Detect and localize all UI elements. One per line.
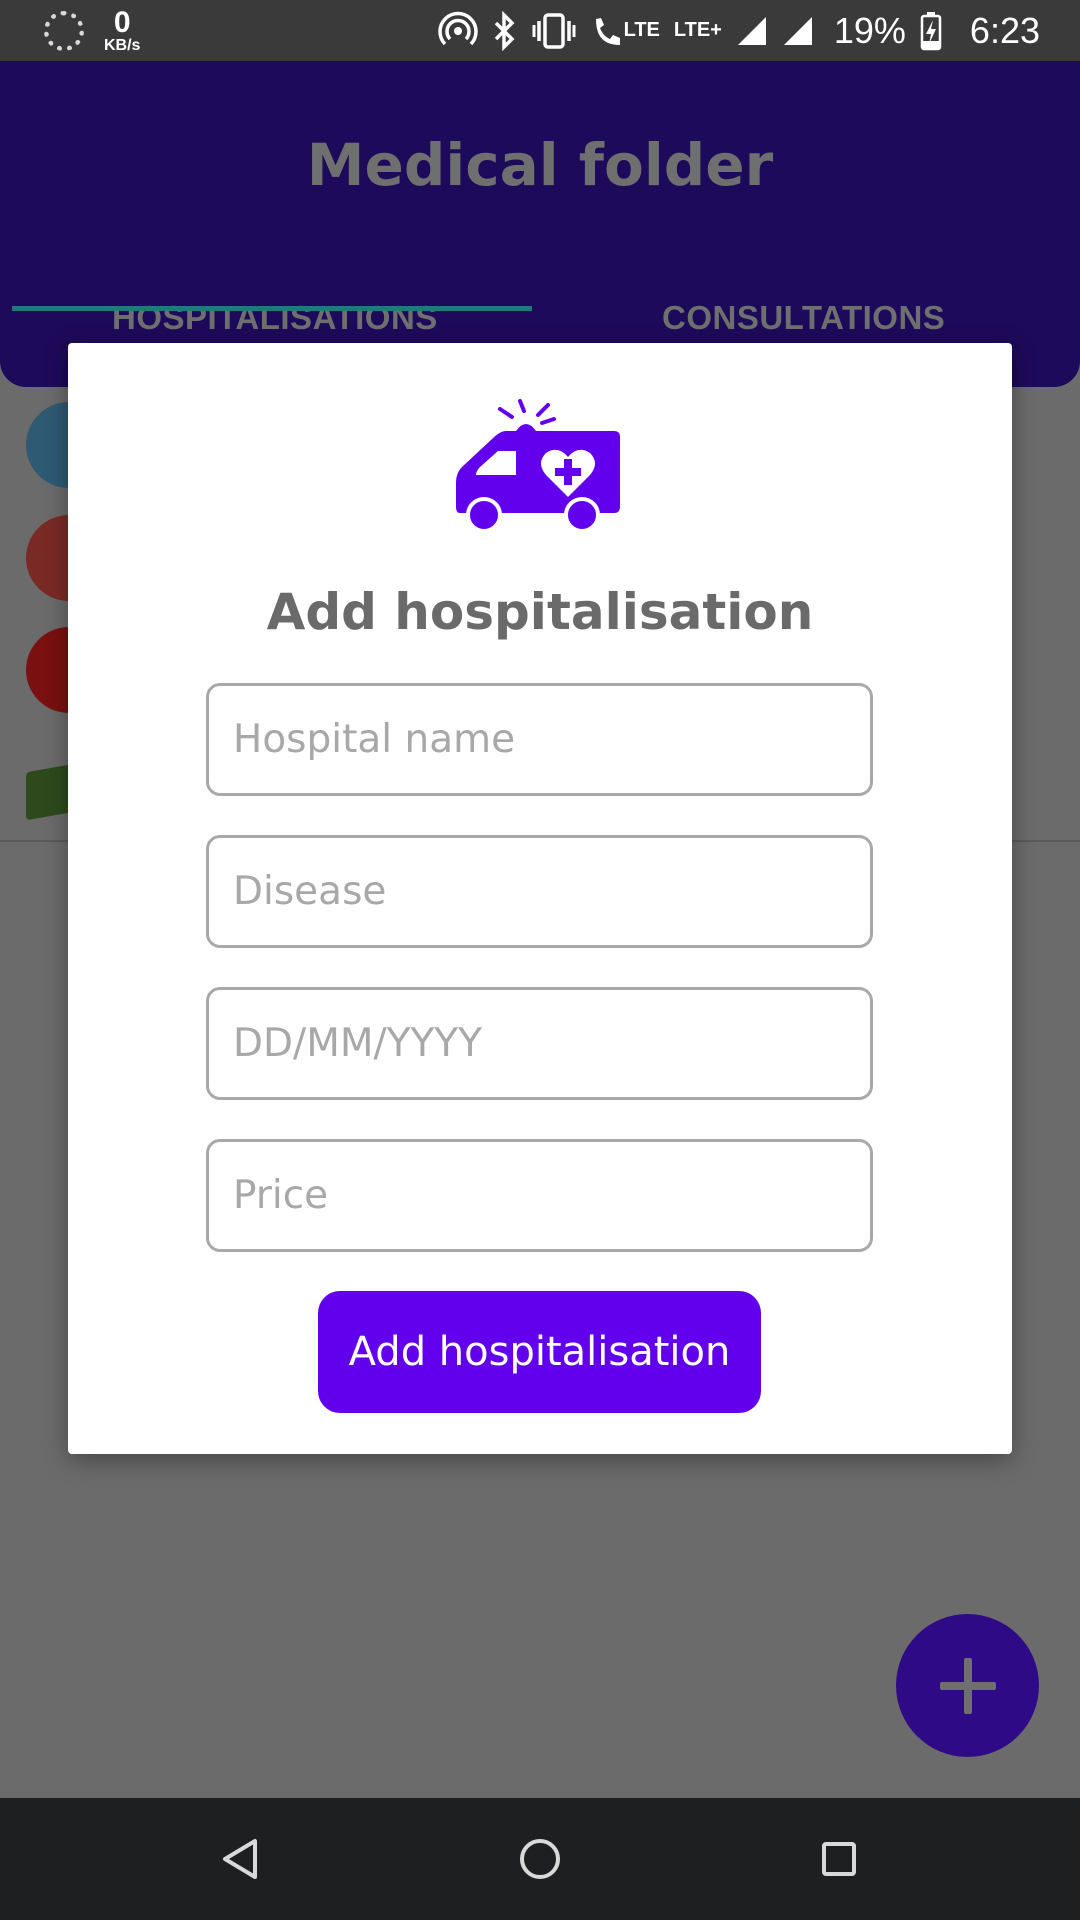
network-speed-unit: KB/s — [104, 37, 141, 54]
lte-plus-label: LTE+ — [673, 19, 722, 41]
tab-consultations[interactable]: CONSULTATIONS — [662, 299, 945, 337]
bluetooth-icon — [492, 10, 518, 51]
tab-hospitalisations[interactable]: HOSPITALISATIONS — [112, 299, 438, 337]
navigation-bar — [0, 1798, 1080, 1920]
home-button[interactable] — [509, 1828, 571, 1890]
disease-input[interactable] — [206, 835, 873, 948]
network-speed-value: 0 — [113, 6, 131, 39]
network-speed: 0 KB/s — [104, 8, 140, 54]
status-bar: 0 KB/s LTE LTE+ 19% 6:23 — [0, 0, 1080, 61]
battery-charging-icon — [920, 11, 942, 51]
date-input[interactable] — [206, 987, 873, 1100]
hotspot-icon — [437, 11, 478, 51]
add-fab-button[interactable] — [896, 1614, 1039, 1757]
recents-button[interactable] — [808, 1828, 870, 1890]
ambulance-heart-icon — [456, 399, 620, 533]
vibrate-icon — [532, 11, 576, 51]
home-icon — [520, 1839, 560, 1879]
signal-icon-1 — [736, 15, 768, 47]
back-icon — [223, 1839, 257, 1879]
battery-percent: 19% — [833, 9, 906, 51]
app-title: Medical folder — [306, 131, 774, 199]
dialog-title: Add hospitalisation — [266, 583, 814, 641]
add-hospitalisation-button[interactable]: Add hospitalisation — [318, 1291, 761, 1413]
sync-spinner-icon — [44, 11, 84, 51]
volte-call-icon: LTE — [590, 11, 660, 51]
plus-icon — [939, 1657, 996, 1714]
app-bar: Medical folder HOSPITALISATIONS CONSULTA… — [0, 61, 1080, 387]
clock: 6:23 — [969, 9, 1040, 51]
signal-icon-2 — [782, 15, 814, 47]
lte-label: LTE — [623, 19, 660, 41]
tab-indicator — [12, 306, 532, 311]
recents-icon — [822, 1842, 856, 1876]
add-hospitalisation-dialog: Add hospitalisation Add hospitalisation — [68, 343, 1012, 1454]
back-button[interactable] — [210, 1828, 272, 1890]
hospital-name-input[interactable] — [206, 683, 873, 796]
price-input[interactable] — [206, 1139, 873, 1252]
